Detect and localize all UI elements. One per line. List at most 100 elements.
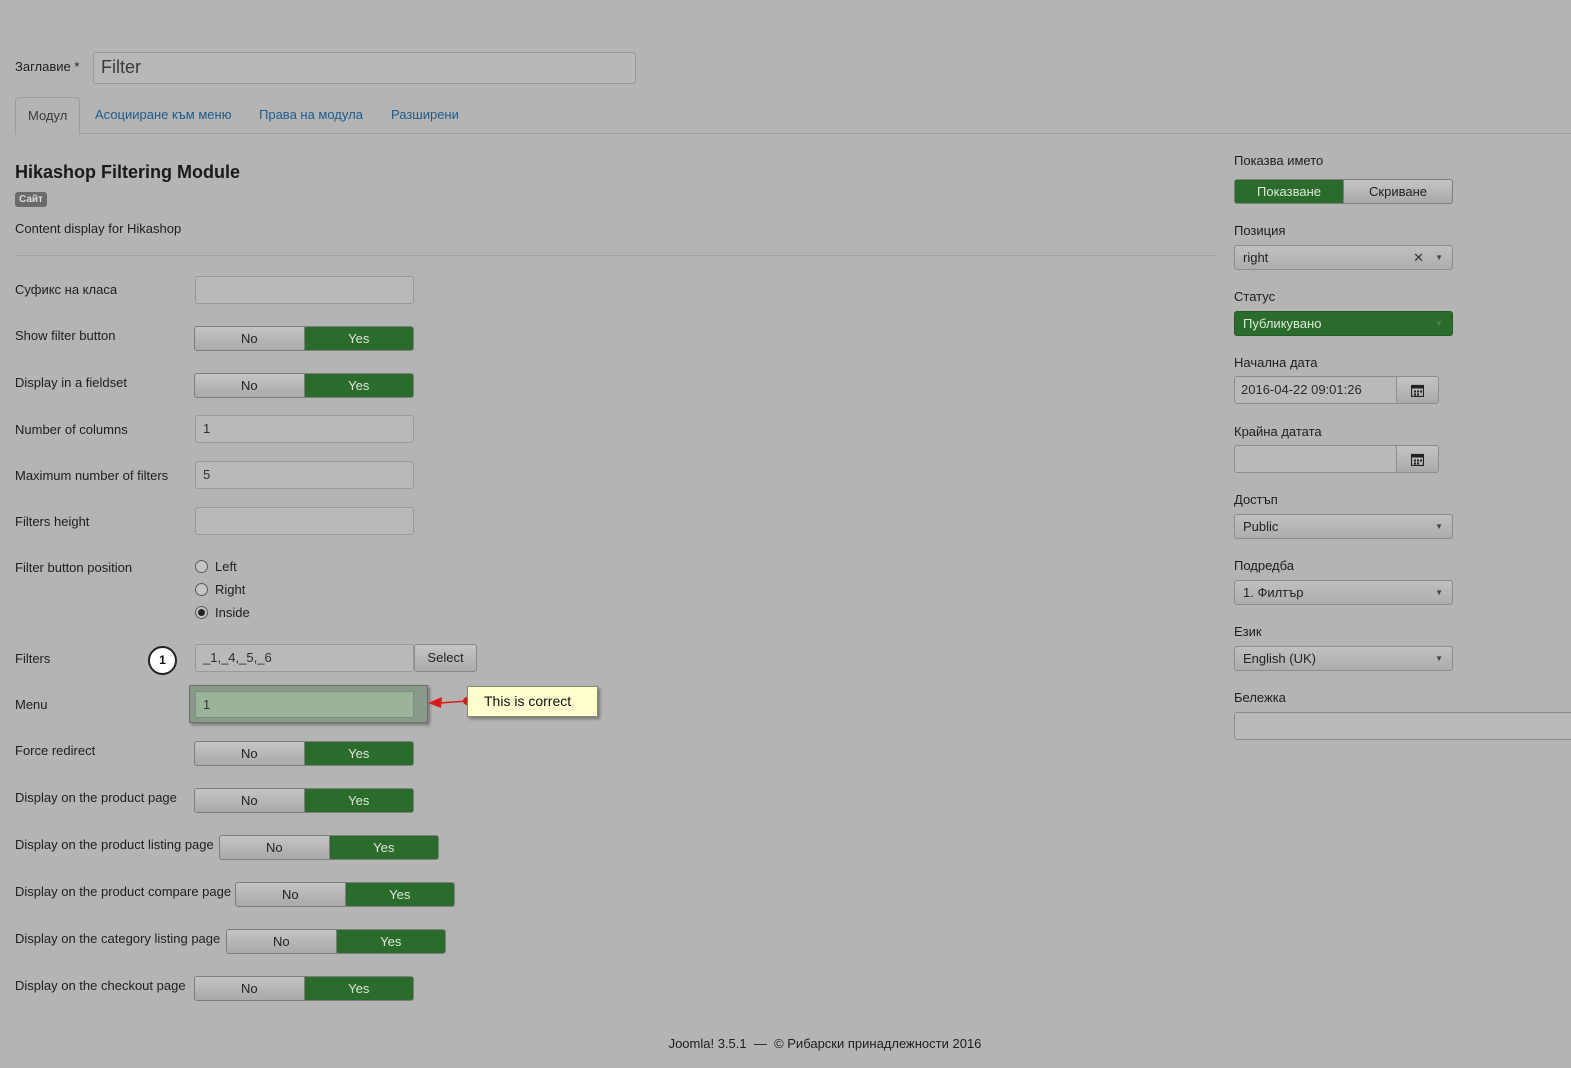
access-label: Достъп (1234, 492, 1278, 507)
yes-option[interactable]: Yes (304, 327, 413, 350)
radio-inside[interactable]: Inside (195, 605, 250, 620)
chevron-down-icon: ▼ (1435, 253, 1443, 262)
tab-menu-assignment[interactable]: Асоцииране към меню (83, 97, 243, 134)
position-select[interactable]: right ✕ ▼ (1234, 245, 1453, 270)
radio-label: Inside (215, 605, 250, 620)
language-select[interactable]: English (UK) ▼ (1234, 646, 1453, 671)
end-date-input[interactable] (1234, 445, 1397, 473)
clear-icon[interactable]: ✕ (1413, 246, 1424, 269)
show-filter-button-label: Show filter button (15, 328, 116, 343)
footer-text: Joomla! 3.5.1 — © Рибарски принадлежност… (668, 1036, 982, 1051)
calendar-button[interactable] (1396, 376, 1439, 404)
max-filters-label: Maximum number of filters (15, 468, 169, 483)
display-product-page-label: Display on the product page (15, 790, 177, 805)
filter-button-position-label: Filter button position (15, 560, 133, 575)
hide-option[interactable]: Скриване (1344, 180, 1452, 203)
display-category-listing-toggle: No Yes (226, 929, 446, 954)
yes-option[interactable]: Yes (304, 374, 413, 397)
status-value: Публикувано (1243, 316, 1322, 331)
no-option[interactable]: No (236, 883, 346, 906)
max-filters-input[interactable]: 5 (195, 461, 414, 489)
yes-option[interactable]: Yes (329, 836, 438, 859)
display-product-listing-label: Display on the product listing page (15, 837, 214, 852)
ordering-select[interactable]: 1. Филтър ▼ (1234, 580, 1453, 605)
display-product-page-toggle: No Yes (194, 788, 414, 813)
filters-height-label: Filters height (15, 514, 90, 529)
filters-label: Filters (15, 651, 51, 666)
no-option[interactable]: No (195, 374, 305, 397)
language-label: Език (1234, 624, 1262, 639)
display-checkout-toggle: No Yes (194, 976, 414, 1001)
no-option[interactable]: No (220, 836, 330, 859)
note-label: Бележка (1234, 690, 1286, 705)
annotation-callout: This is correct (467, 686, 598, 717)
divider (15, 255, 1217, 256)
yes-option[interactable]: Yes (336, 930, 445, 953)
show-option[interactable]: Показване (1235, 180, 1344, 203)
arrow-icon (428, 697, 471, 708)
calendar-icon (1410, 384, 1425, 398)
tab-module-permissions[interactable]: Права на модула (247, 97, 375, 134)
display-product-compare-label: Display on the product compare page (15, 884, 232, 899)
end-date-label: Крайна датата (1234, 424, 1322, 439)
radio-circle-checked[interactable] (195, 606, 208, 619)
menu-label: Menu (15, 697, 48, 712)
filters-height-input[interactable] (195, 507, 414, 535)
yes-option[interactable]: Yes (304, 742, 413, 765)
class-suffix-input[interactable] (195, 276, 414, 304)
radio-circle[interactable] (195, 583, 208, 596)
tab-advanced[interactable]: Разширени (379, 97, 471, 134)
yes-option[interactable]: Yes (345, 883, 454, 906)
force-redirect-label: Force redirect (15, 743, 96, 758)
show-title-toggle: Показване Скриване (1234, 179, 1453, 204)
yes-option[interactable]: Yes (304, 789, 413, 812)
position-value: right (1243, 250, 1269, 265)
chevron-down-icon: ▼ (1435, 654, 1443, 663)
note-input[interactable] (1234, 712, 1571, 740)
tab-module[interactable]: Модул (15, 97, 81, 135)
chevron-down-icon: ▼ (1435, 319, 1443, 328)
start-date-input[interactable]: 2016-04-22 09:01:26 (1234, 376, 1397, 404)
display-category-listing-label: Display on the category listing page (15, 931, 221, 946)
no-option[interactable]: No (195, 977, 305, 1000)
module-description: Content display for Hikashop (15, 221, 182, 236)
module-title: Hikashop Filtering Module (15, 162, 241, 182)
class-suffix-label: Суфикс на класа (15, 282, 118, 297)
num-columns-label: Number of columns (15, 422, 128, 437)
ordering-label: Подредба (1234, 558, 1295, 573)
calendar-button[interactable] (1396, 445, 1439, 473)
access-value: Public (1243, 519, 1279, 534)
display-checkout-label: Display on the checkout page (15, 978, 186, 993)
title-label: Заглавие * (15, 59, 80, 74)
position-label: Позиция (1234, 223, 1286, 238)
radio-label: Left (215, 559, 237, 574)
step-marker: 1 (148, 646, 177, 675)
show-title-label: Показва името (1234, 153, 1324, 168)
no-option[interactable]: No (195, 327, 305, 350)
num-columns-input[interactable]: 1 (195, 415, 414, 443)
force-redirect-toggle: No Yes (194, 741, 414, 766)
site-badge: Сайт (15, 192, 47, 207)
language-value: English (UK) (1243, 651, 1316, 666)
title-input[interactable]: Filter (93, 52, 636, 84)
radio-circle[interactable] (195, 560, 208, 573)
display-fieldset-label: Display in a fieldset (15, 375, 127, 390)
status-select[interactable]: Публикувано ▼ (1234, 311, 1453, 336)
radio-right[interactable]: Right (195, 582, 245, 597)
radio-left[interactable]: Left (195, 559, 237, 574)
calendar-icon (1410, 453, 1425, 467)
access-select[interactable]: Public ▼ (1234, 514, 1453, 539)
display-product-compare-toggle: No Yes (235, 882, 455, 907)
menu-input[interactable]: 1 (195, 691, 414, 718)
yes-option[interactable]: Yes (304, 977, 413, 1000)
show-filter-button-toggle: No Yes (194, 326, 414, 351)
select-button[interactable]: Select (414, 644, 477, 672)
ordering-value: 1. Филтър (1243, 585, 1304, 600)
status-label: Статус (1234, 289, 1276, 304)
no-option[interactable]: No (195, 742, 305, 765)
no-option[interactable]: No (195, 789, 305, 812)
radio-label: Right (215, 582, 246, 597)
filters-input[interactable]: _1,_4,_5,_6 (195, 644, 414, 672)
display-product-listing-toggle: No Yes (219, 835, 439, 860)
no-option[interactable]: No (227, 930, 337, 953)
